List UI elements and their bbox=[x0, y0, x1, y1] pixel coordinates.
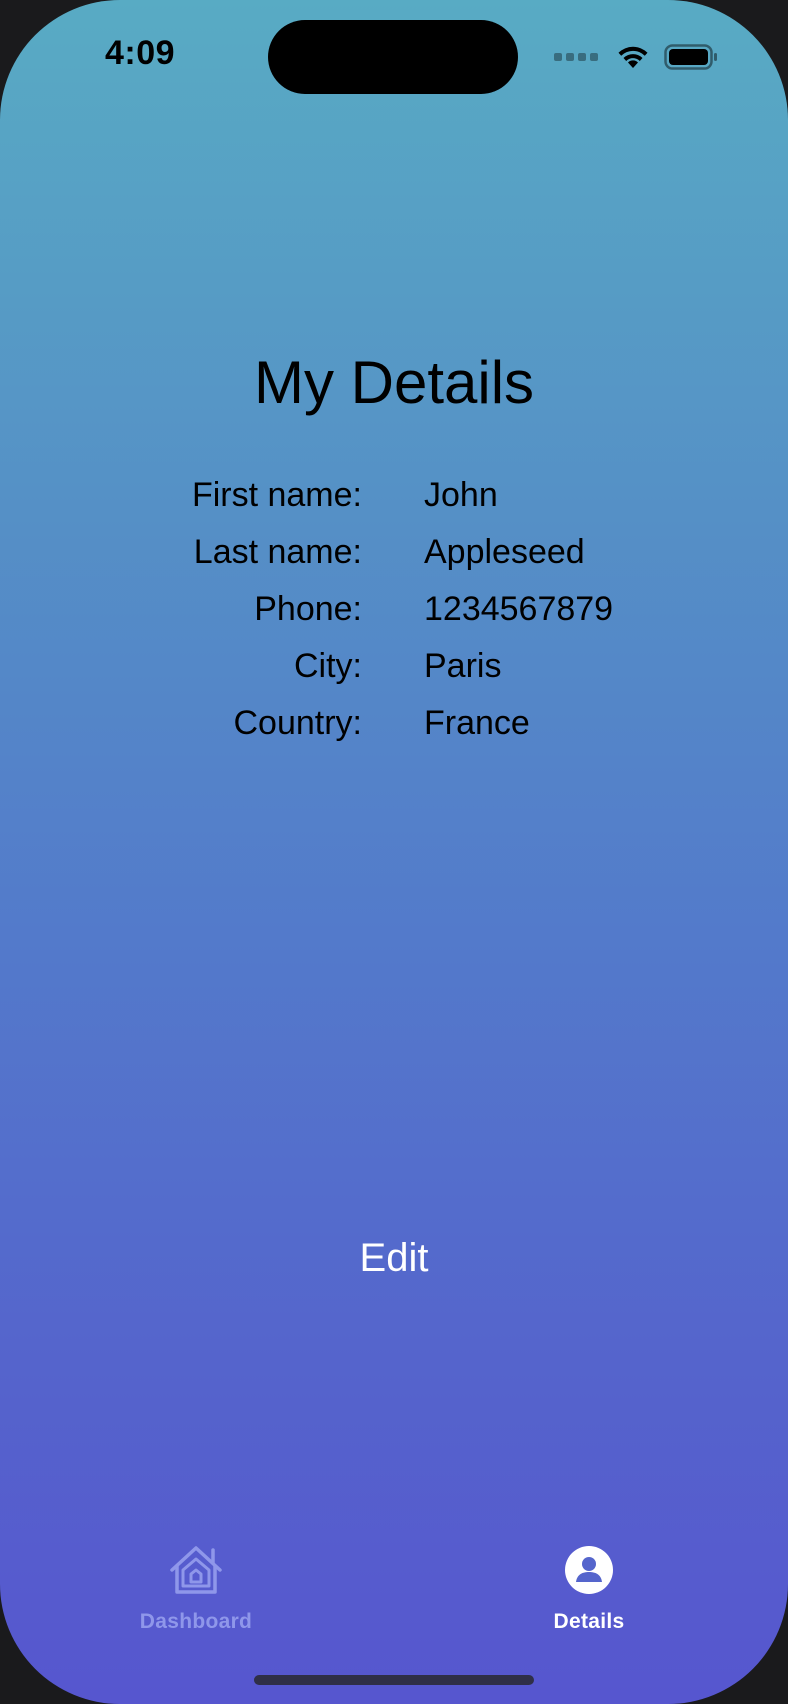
detail-row-phone: Phone: 1234567879 bbox=[0, 590, 788, 647]
app-screen: 4:09 My Details First name: John Last na… bbox=[0, 0, 788, 1704]
edit-button-row: Edit bbox=[0, 1236, 788, 1281]
detail-label: Country: bbox=[233, 704, 363, 742]
detail-label: Phone: bbox=[254, 590, 362, 628]
device-frame: 4:09 My Details First name: John Last na… bbox=[0, 0, 788, 1704]
details-list: First name: John Last name: Appleseed Ph… bbox=[0, 476, 788, 761]
tab-bar: Dashboard Details bbox=[0, 1540, 788, 1660]
edit-button[interactable]: Edit bbox=[360, 1236, 429, 1280]
page-title: My Details bbox=[253, 349, 535, 416]
detail-label: First name: bbox=[191, 476, 362, 514]
detail-row-first-name: First name: John bbox=[0, 476, 788, 533]
person-circle-icon bbox=[565, 1546, 613, 1594]
cellular-signal-icon bbox=[554, 53, 598, 61]
detail-label: City: bbox=[294, 647, 362, 685]
detail-value: John bbox=[424, 476, 498, 514]
tab-dashboard[interactable]: Dashboard bbox=[96, 1540, 296, 1650]
detail-value: France bbox=[424, 704, 530, 742]
house-icon bbox=[170, 1546, 222, 1594]
detail-value: 1234567879 bbox=[424, 590, 614, 628]
detail-row-last-name: Last name: Appleseed bbox=[0, 533, 788, 590]
tab-details[interactable]: Details bbox=[489, 1540, 689, 1650]
wifi-icon bbox=[618, 46, 648, 68]
home-indicator[interactable] bbox=[254, 1675, 534, 1685]
tab-label: Details bbox=[553, 1610, 625, 1633]
detail-label: Last name: bbox=[193, 533, 362, 571]
detail-row-country: Country: France bbox=[0, 704, 788, 761]
battery-icon bbox=[664, 44, 717, 70]
status-icons bbox=[554, 42, 718, 72]
dynamic-island bbox=[268, 20, 518, 94]
detail-value: Paris bbox=[424, 647, 502, 685]
detail-row-city: City: Paris bbox=[0, 647, 788, 704]
status-time: 4:09 bbox=[105, 34, 176, 72]
tab-label: Dashboard bbox=[139, 1610, 253, 1633]
detail-value: Appleseed bbox=[424, 533, 585, 571]
